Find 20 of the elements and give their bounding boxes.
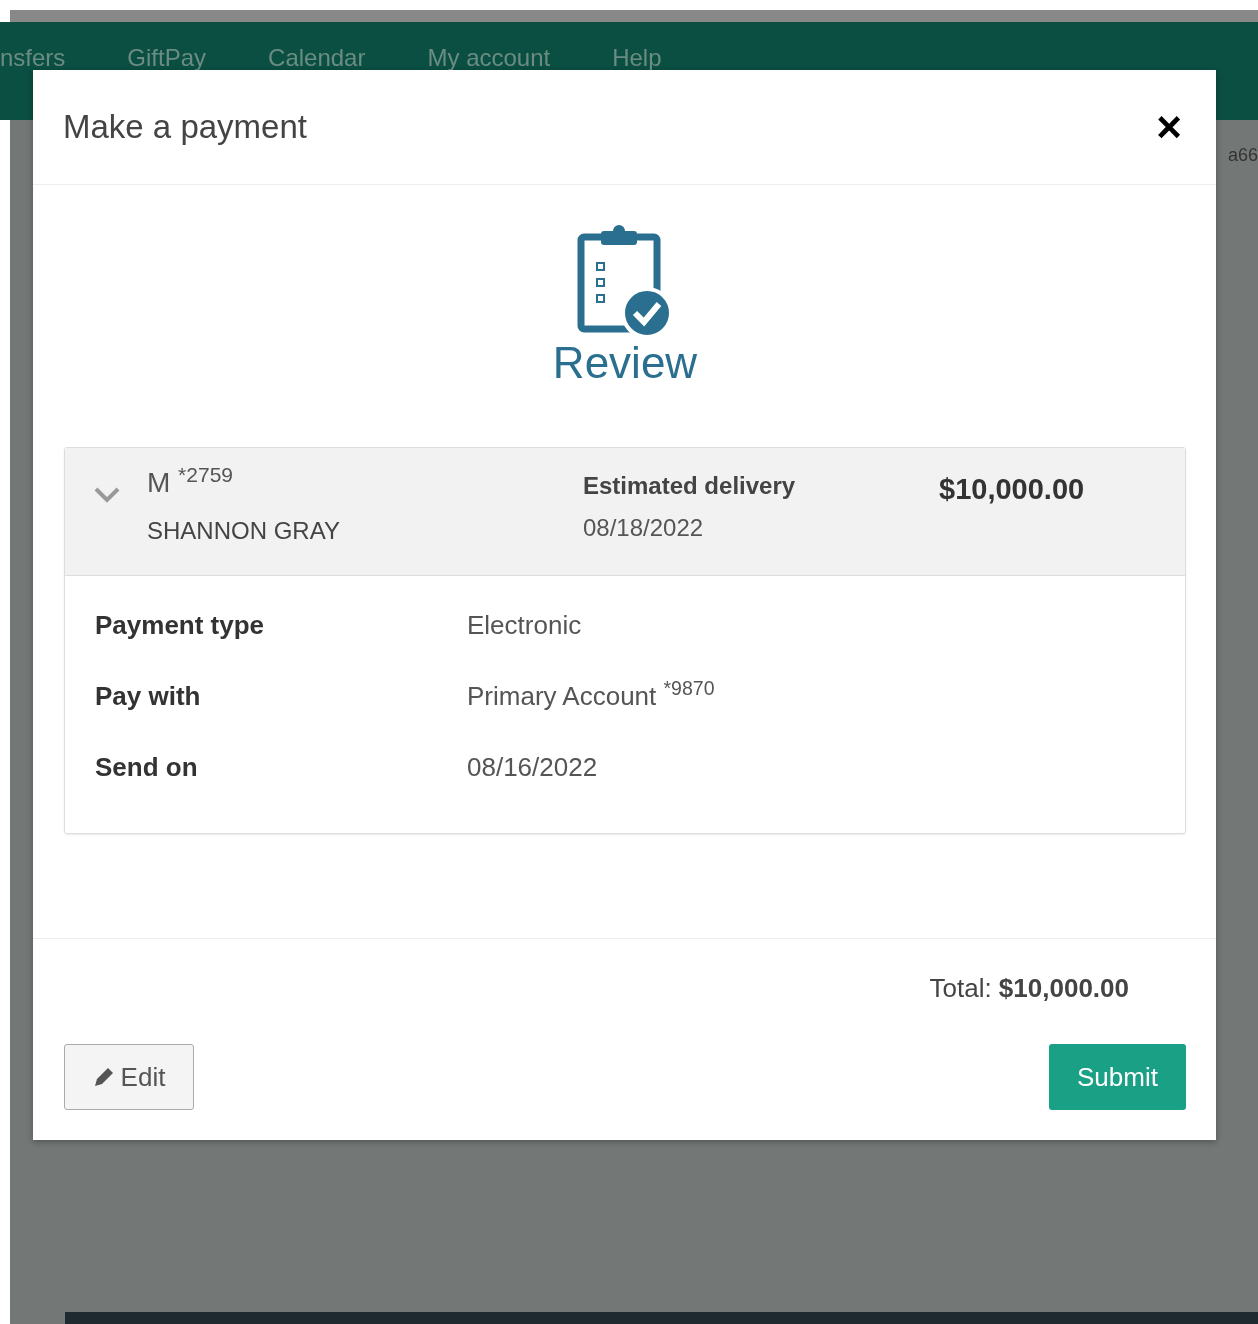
payee-name: SHANNON GRAY (147, 515, 341, 546)
delivery-date: 08/18/2022 (583, 513, 705, 544)
detail-label: Pay with (95, 680, 202, 714)
delivery-label: Estimated delivery (583, 471, 797, 502)
detail-label: Payment type (95, 609, 266, 643)
detail-value: Electronic (467, 609, 582, 643)
payment-amount: $10,000.00 (939, 472, 1085, 508)
total-amount: Total: $10,000.00 (929, 972, 1129, 1005)
chevron-icon[interactable] (93, 485, 121, 504)
detail-value: Primary Account $^{*9870}$ (467, 677, 715, 714)
pencil-icon (92, 1066, 115, 1088)
detail-value: 08/16/2022 (467, 751, 598, 785)
step-title: Review (552, 338, 698, 388)
detail-label: Send on (95, 751, 199, 785)
dialog-title: Make a payment (63, 107, 307, 148)
edit-button[interactable]: Edit (64, 1044, 194, 1110)
background-text: a66 (1227, 144, 1258, 167)
payment-summary[interactable]: M $^{*2759}$ SHANNON GRAY Estimated delivery 08/18/2022 $10,000.00 (65, 448, 1185, 577)
payee-account: M $^{*2759}$ (147, 468, 234, 499)
close-button[interactable]: × (1152, 104, 1186, 149)
